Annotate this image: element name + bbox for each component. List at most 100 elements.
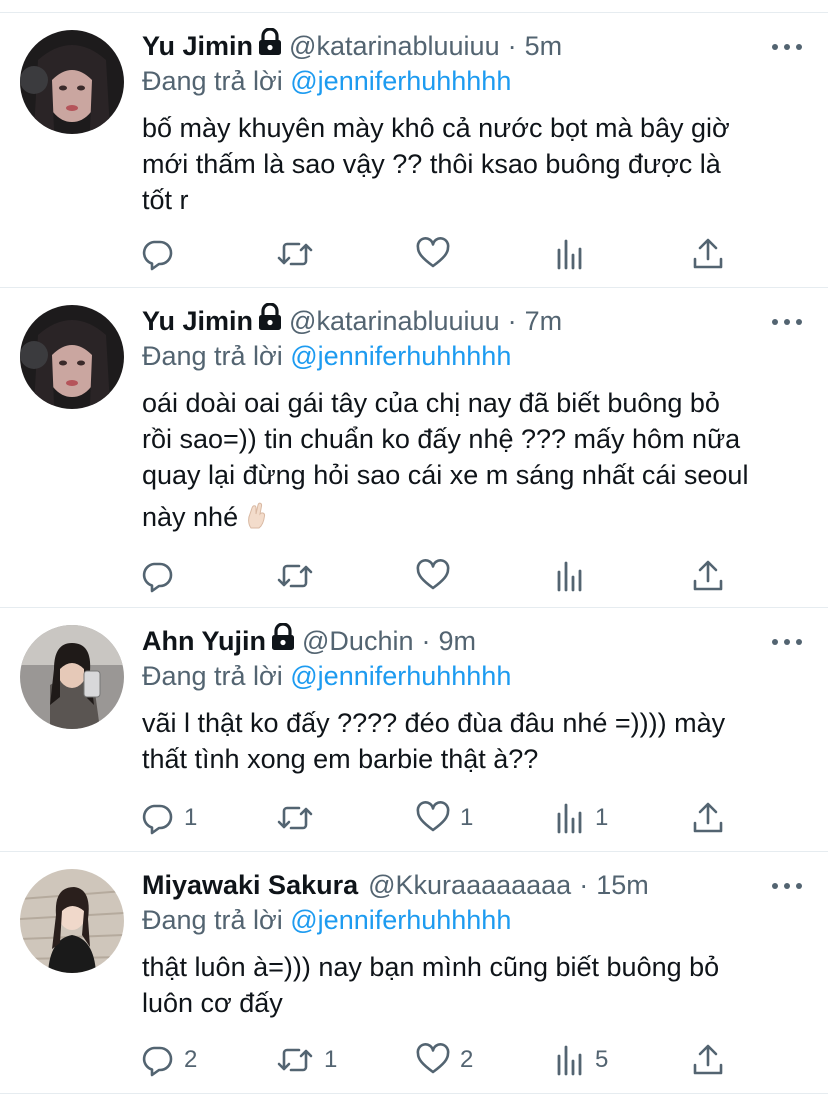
like-count: 1 (460, 804, 474, 831)
lock-icon (257, 27, 283, 64)
reply-button[interactable]: 1 (140, 800, 197, 836)
tweet-text-line: thật luôn à=))) nay bạn mình cũng biết b… (142, 952, 720, 982)
like-icon (416, 1043, 450, 1074)
reply-icon (142, 240, 173, 271)
pinch-hand-emoji (246, 502, 268, 539)
display-name[interactable]: Ahn Yujin (142, 624, 266, 658)
retweet-count: 1 (324, 1046, 338, 1073)
like-button[interactable] (416, 236, 460, 272)
more-icon[interactable] (772, 312, 802, 332)
replying-to-label: Đang trả lời (142, 905, 291, 935)
lock-icon (257, 302, 283, 339)
like-icon (416, 559, 450, 590)
views-count: 1 (595, 804, 609, 831)
retweet-icon (277, 242, 313, 266)
share-button[interactable] (692, 1042, 724, 1078)
reply-icon (142, 804, 173, 835)
views-button[interactable]: 1 (555, 800, 608, 836)
tweet-text: bố mày khuyên mày khô cả nước bọt mà bây… (142, 110, 802, 218)
replying-to: Đang trả lời @jenniferhuhhhhh (142, 658, 511, 694)
tweet-2[interactable]: Yu Jimin @katarinabluuiuu · 7m Đang trả … (0, 288, 828, 608)
retweet-button[interactable] (276, 558, 324, 594)
display-name[interactable]: Yu Jimin (142, 29, 253, 63)
avatar[interactable] (20, 305, 124, 409)
like-button[interactable]: 1 (416, 800, 473, 836)
replying-to: Đang trả lời @jenniferhuhhhhh (142, 902, 511, 938)
retweet-button[interactable]: 1 (276, 1042, 337, 1078)
reply-button[interactable]: 2 (140, 1042, 197, 1078)
tweet-text-line: vãi l thật ko đấy ???? đéo đùa đâu nhé =… (142, 708, 726, 738)
tweet-text: vãi l thật ko đấy ???? đéo đùa đâu nhé =… (142, 705, 802, 777)
retweet-icon (277, 1048, 313, 1072)
more-icon[interactable] (772, 876, 802, 896)
tweet-text-line-last: này nhé (142, 499, 802, 539)
avatar[interactable] (20, 30, 124, 134)
like-button[interactable] (416, 558, 460, 594)
separator-dot: · (507, 31, 517, 61)
timestamp[interactable]: 7m (525, 304, 563, 338)
lock-icon (270, 622, 296, 659)
reply-button[interactable] (140, 236, 184, 272)
reply-icon (142, 562, 173, 593)
handle[interactable]: @Duchin (302, 624, 413, 658)
mention-link[interactable]: @jenniferhuhhhhh (290, 66, 511, 96)
more-icon[interactable] (772, 37, 802, 57)
mention-link[interactable]: @jenniferhuhhhhh (290, 661, 511, 691)
tweet-text-line: luôn cơ đấy (142, 988, 283, 1018)
share-icon (693, 802, 723, 833)
separator-dot: · (421, 626, 431, 656)
share-button[interactable] (692, 236, 724, 272)
views-icon (557, 239, 582, 270)
tweet-text-line: bố mày khuyên mày khô cả nước bọt mà bây… (142, 113, 730, 143)
retweet-icon (277, 564, 313, 588)
action-bar: 2 1 2 5 (140, 1042, 730, 1078)
mention-link[interactable]: @jenniferhuhhhhh (290, 905, 511, 935)
timestamp[interactable]: 9m (438, 624, 476, 658)
mention-link[interactable]: @jenniferhuhhhhh (290, 341, 511, 371)
handle[interactable]: @katarinabluuiuu (289, 304, 500, 338)
avatar[interactable] (20, 869, 124, 973)
tweet-header: Yu Jimin @katarinabluuiuu · 5m (142, 27, 563, 64)
tweet-4[interactable]: Miyawaki Sakura @Kkuraaaaaaaa · 15m Đang… (0, 852, 828, 1094)
action-bar (140, 236, 730, 272)
views-icon (557, 561, 582, 592)
share-icon (693, 560, 723, 591)
tweet-text-line: quay lại đừng hỏi sao cái xe m sáng nhất… (142, 460, 749, 490)
top-divider (0, 0, 828, 13)
retweet-button[interactable] (276, 236, 324, 272)
handle[interactable]: @katarinabluuiuu (289, 29, 500, 63)
like-count: 2 (460, 1046, 474, 1073)
tweet-1[interactable]: Yu Jimin @katarinabluuiuu · 5m Đang trả … (0, 13, 828, 288)
avatar[interactable] (20, 625, 124, 729)
reply-button[interactable] (140, 558, 184, 594)
views-button[interactable] (555, 236, 595, 272)
display-name[interactable]: Yu Jimin (142, 304, 253, 338)
timestamp[interactable]: 15m (596, 868, 649, 902)
more-icon[interactable] (772, 632, 802, 652)
tweet-text-line: rồi sao=)) tin chuẩn ko đấy nhệ ??? mấy … (142, 424, 741, 454)
share-icon (693, 238, 723, 269)
separator-dot: · (579, 870, 589, 900)
handle[interactable]: @Kkuraaaaaaaa (368, 868, 571, 902)
action-bar (140, 558, 730, 594)
tweet-text: oái doài oai gái tây của chị nay đã biết… (142, 385, 802, 539)
views-count: 5 (595, 1046, 609, 1073)
tweet-text-line: oái doài oai gái tây của chị nay đã biết… (142, 388, 720, 418)
separator-dot: · (507, 306, 517, 336)
like-button[interactable]: 2 (416, 1042, 473, 1078)
timestamp[interactable]: 5m (525, 29, 563, 63)
views-button[interactable]: 5 (555, 1042, 608, 1078)
retweet-button[interactable] (276, 800, 324, 836)
views-button[interactable] (555, 558, 595, 594)
tweet-text-line: thất tình xong em barbie thật à?? (142, 744, 539, 774)
tweet-3[interactable]: Ahn Yujin @Duchin · 9m Đang trả lời @jen… (0, 608, 828, 852)
tweet-header: Yu Jimin @katarinabluuiuu · 7m (142, 302, 563, 339)
share-button[interactable] (692, 800, 724, 836)
tweet-text-line: tốt r (142, 185, 189, 215)
replying-to-label: Đang trả lời (142, 661, 291, 691)
action-bar: 1 1 1 (140, 800, 730, 836)
replying-to: Đang trả lời @jenniferhuhhhhh (142, 338, 511, 374)
retweet-icon (277, 806, 313, 830)
display-name[interactable]: Miyawaki Sakura (142, 868, 358, 902)
share-button[interactable] (692, 558, 724, 594)
